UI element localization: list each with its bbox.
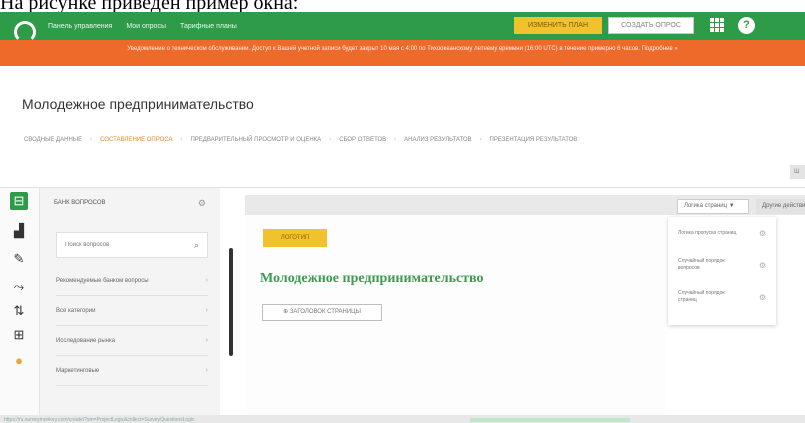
builder-icon[interactable]: ⊟ [10, 192, 28, 210]
top-navbar: Панель управления Мои опросы Тарифные пл… [0, 12, 805, 43]
page-header-button[interactable]: ⊕ ЗАГОЛОВОК СТРАНИЦЫ [262, 304, 382, 321]
create-survey-button[interactable]: СОЗДАТЬ ОПРОС [608, 17, 694, 34]
other-actions-button[interactable]: Другие действия [756, 199, 805, 214]
question-bank-title: БАНК ВОПРОСОВ [54, 200, 106, 206]
tab-summary[interactable]: СВОДНЫЕ ДАННЫЕ [22, 137, 84, 143]
nav-pricing[interactable]: Тарифные планы [180, 23, 237, 30]
caption: На рисунке приведен пример окна: [0, 0, 299, 12]
settings-icon[interactable]: ⚙ [198, 198, 206, 209]
coin-icon[interactable]: ● [10, 352, 28, 370]
upgrade-plan-button[interactable]: ИЗМЕНИТЬ ПЛАН [514, 17, 602, 34]
list-item[interactable]: Все категории › [56, 296, 208, 326]
apps-grid-icon[interactable] [710, 18, 724, 32]
question-search-input[interactable] [65, 242, 175, 248]
nav-my-surveys[interactable]: Мои опросы [126, 23, 166, 30]
menu-item-label: Случайный порядок вопросов [678, 258, 725, 271]
tab-design-survey[interactable]: СОСТАВЛЕНИЕ ОПРОСА [98, 137, 174, 143]
question-bank-panel: БАНК ВОПРОСОВ ⚙ ⌕ Рекомендуемые банком в… [40, 188, 233, 423]
chart-icon[interactable]: ▟ [10, 222, 28, 240]
list-item-label: Маркетинговые [56, 367, 100, 374]
question-search: ⌕ [56, 232, 208, 258]
menu-item-skip-logic[interactable]: Логика пропуска страниц ⚙ [668, 217, 776, 249]
chevron-right-icon: › [205, 367, 208, 374]
logo-icon[interactable] [12, 19, 36, 43]
step-separator: › [180, 137, 183, 143]
nav-dashboard[interactable]: Панель управления [48, 23, 112, 30]
gear-icon: ⚙ [758, 260, 766, 270]
tab-present-results[interactable]: ПРЕЗЕНТАЦИЯ РЕЗУЛЬТАТОВ [488, 137, 580, 143]
logo-badge[interactable]: ЛОГОТИП [263, 229, 327, 247]
plus-icon: ⊕ [283, 309, 290, 315]
progress-strip [470, 418, 630, 422]
brush-icon[interactable]: ✎ [10, 250, 28, 268]
builder-sidebar: ⊟ ▟ ✎ ⤳ ⇅ ⊞ ● [0, 188, 40, 423]
list-item[interactable]: Маркетинговые › [56, 356, 208, 386]
list-item[interactable]: Рекомендуемые банком вопросы › [56, 266, 208, 296]
list-item-label: Рекомендуемые банком вопросы [56, 277, 149, 284]
chevron-right-icon: › [205, 277, 208, 284]
chevron-right-icon: › [205, 337, 208, 344]
step-separator: › [394, 137, 397, 143]
survey-title[interactable]: Молодежное предпринимательство [260, 271, 484, 287]
tab-collect-responses[interactable]: СБОР ОТВЕТОВ [337, 137, 388, 143]
menu-item-random-questions[interactable]: Случайный порядок вопросов ⚙ [668, 249, 776, 281]
step-separator: › [329, 137, 332, 143]
menu-item-label: Случайный порядок страниц [678, 290, 725, 303]
menu-item-label: Логика пропуска страниц [678, 229, 737, 236]
question-bank-header: БАНК ВОПРОСОВ ⚙ [40, 188, 220, 218]
page-logic-menu: Логика пропуска страниц ⚙ Случайный поря… [668, 217, 776, 325]
help-icon[interactable]: ? [738, 17, 755, 34]
maintenance-banner: Уведомление о техническом обслуживании. … [0, 40, 805, 66]
step-separator: › [479, 137, 482, 143]
page-header-label: ЗАГОЛОВОК СТРАНИЦЫ [289, 309, 361, 315]
search-icon[interactable]: ⌕ [194, 240, 199, 251]
page-logic-button[interactable]: Логика страниц ▼ [677, 199, 749, 214]
sort-icon[interactable]: ⇅ [10, 302, 28, 320]
step-separator: › [90, 137, 93, 143]
page-title: Молодежное предпринимательство [22, 96, 254, 112]
side-action-button[interactable]: Ш [790, 165, 805, 179]
menu-item-random-pages[interactable]: Случайный порядок страниц ⚙ [668, 281, 776, 313]
tab-analyze-results[interactable]: АНАЛИЗ РЕЗУЛЬТАТОВ [402, 137, 473, 143]
scrollbar[interactable] [229, 248, 233, 356]
logic-icon[interactable]: ⤳ [10, 278, 28, 296]
list-item-label: Исследование рынка [56, 337, 116, 344]
top-nav: Панель управления Мои опросы Тарифные пл… [48, 23, 237, 30]
tab-preview-score[interactable]: ПРЕДВАРИТЕЛЬНЫЙ ПРОСМОТР И ОЦЕНКА [188, 137, 323, 143]
status-link: https://ru.surveymonkey.com/create/?sm=P… [4, 417, 195, 423]
options-icon[interactable]: ⊞ [10, 326, 28, 344]
list-item[interactable]: Исследование рынка › [56, 326, 208, 356]
step-tabs: СВОДНЫЕ ДАННЫЕ › СОСТАВЛЕНИЕ ОПРОСА › ПР… [22, 137, 805, 143]
gear-icon: ⚙ [758, 292, 766, 302]
gear-icon: ⚙ [758, 228, 766, 238]
list-item-label: Все категории [56, 307, 96, 314]
chevron-right-icon: › [205, 307, 208, 314]
